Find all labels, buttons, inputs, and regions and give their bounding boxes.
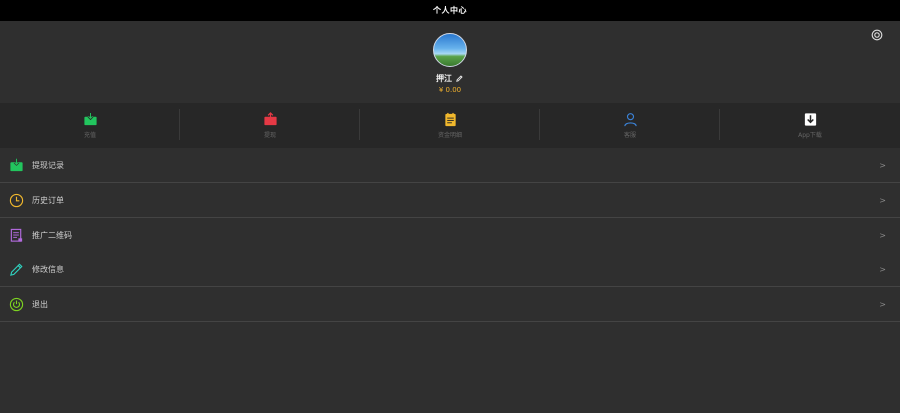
edit-icon[interactable] [455, 74, 464, 83]
menu-item-label: 推广二维码 [32, 230, 72, 240]
qrcode-doc-icon [9, 228, 24, 243]
pencil-icon [9, 262, 24, 277]
quick-withdraw-label: 提现 [263, 132, 276, 139]
ledger-icon [444, 112, 456, 127]
quick-actions-bar: 充值 提现 资金明细 客服 App下载 [0, 103, 900, 148]
chevron-right-icon: > [879, 264, 886, 274]
quick-deposit-label: 充值 [83, 132, 96, 139]
menu-item-logout[interactable]: 退出 > [0, 287, 900, 322]
chevron-right-icon: > [879, 230, 886, 240]
quick-download-button[interactable]: App下载 [720, 103, 900, 148]
menu-item-label: 修改信息 [32, 264, 64, 274]
download-icon [804, 113, 816, 126]
page-title: 个人中心 [433, 6, 467, 15]
user-icon [623, 113, 637, 127]
menu-item-withdraw-records[interactable]: 提现记录 > [0, 148, 900, 183]
menu-item-label: 退出 [32, 299, 48, 309]
withdraw-icon [263, 112, 277, 126]
quick-ledger-button[interactable]: 资金明细 [360, 103, 540, 148]
menu-item-order-history[interactable]: 历史订单 > [0, 183, 900, 218]
quick-withdraw-button[interactable]: 提现 [180, 103, 360, 148]
menu-item-label: 提现记录 [32, 160, 64, 170]
withdraw-record-icon [9, 158, 24, 173]
chevron-right-icon: > [879, 195, 886, 205]
profile-section: 押江 ¥ 0.00 [0, 21, 900, 103]
chevron-right-icon: > [879, 160, 886, 170]
menu-list: 提现记录 > 历史订单 > 推广二维码 > 修改信息 > 退出 > [0, 148, 900, 322]
page-title-bar: 个人中心 [0, 0, 900, 21]
power-icon [9, 297, 24, 312]
username: 押江 [436, 74, 452, 83]
quick-deposit-button[interactable]: 充值 [0, 103, 180, 148]
clock-icon [9, 193, 24, 208]
quick-download-label: App下载 [798, 132, 822, 139]
menu-item-edit-info[interactable]: 修改信息 > [0, 252, 900, 287]
quick-service-label: 客服 [623, 132, 636, 139]
quick-ledger-label: 资金明细 [437, 132, 462, 139]
settings-icon [871, 29, 883, 41]
menu-item-promo-qrcode[interactable]: 推广二维码 > [0, 218, 900, 252]
menu-item-label: 历史订单 [32, 195, 64, 205]
balance-amount: ¥ 0.00 [438, 86, 462, 94]
chevron-right-icon: > [879, 299, 886, 309]
deposit-icon [83, 112, 97, 126]
quick-service-button[interactable]: 客服 [540, 103, 720, 148]
avatar[interactable] [433, 33, 467, 67]
settings-button[interactable] [870, 28, 884, 42]
username-row: 押江 [436, 73, 464, 84]
